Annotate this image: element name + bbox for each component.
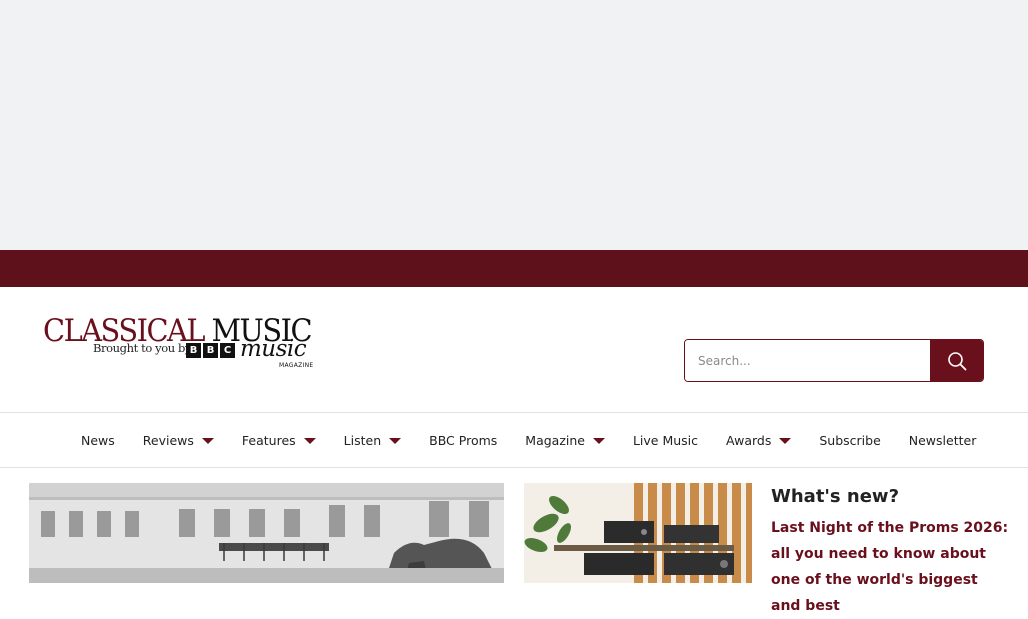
nav-item-awards[interactable]: Awards (726, 413, 792, 468)
nav-item-label: Subscribe (819, 433, 881, 448)
search-form (684, 339, 984, 382)
top-band (0, 250, 1028, 287)
nav-item-reviews[interactable]: Reviews (143, 413, 214, 468)
nav-item-label: Magazine (525, 433, 585, 448)
bbc-block-c: C (220, 343, 235, 358)
nav-item-label: Listen (343, 433, 382, 448)
nav-item-subscribe[interactable]: Subscribe (819, 413, 880, 468)
site-header: CLASSICAL MUSIC Brought to you by B B C m… (0, 287, 1028, 413)
bbc-block-b1: B (186, 343, 201, 358)
nav-item-listen[interactable]: Listen (343, 413, 402, 468)
ad-space (0, 0, 1028, 250)
bbc-blocks-logo: B B C (186, 343, 235, 358)
nav-item-live-music[interactable]: Live Music (633, 413, 698, 468)
nav-item-newsletter[interactable]: Newsletter (909, 413, 977, 468)
logo-magazine-word: MAGAZINE (279, 362, 314, 369)
logo-tagline: Brought to you by (93, 341, 192, 355)
site-logo[interactable]: CLASSICAL MUSIC Brought to you by B B C m… (43, 314, 323, 384)
hero-photo-building (29, 483, 504, 583)
search-input[interactable] (685, 340, 930, 381)
nav-item-news[interactable]: News (81, 413, 115, 468)
nav-item-magazine[interactable]: Magazine (525, 413, 605, 468)
main-navigation: News Reviews Features Listen BBC Proms M… (0, 413, 1028, 468)
caret-down-icon (779, 438, 792, 444)
caret-down-icon (389, 438, 402, 444)
nav-item-label: Features (241, 433, 296, 448)
hero-image[interactable] (29, 483, 504, 583)
nav-item-label: Newsletter (908, 433, 977, 448)
whats-new-heading: What's new? (771, 486, 900, 507)
bbc-block-b2: B (203, 343, 218, 358)
hifi-photo (524, 483, 752, 583)
caret-down-icon (201, 438, 214, 444)
search-icon (948, 352, 967, 371)
nav-item-label: BBC Proms (429, 433, 498, 448)
featured-image[interactable] (524, 483, 752, 583)
featured-headline-link[interactable]: Last Night of the Proms 2026: all you ne… (771, 515, 1011, 619)
nav-item-features[interactable]: Features (242, 413, 316, 468)
nav-item-label: Live Music (632, 433, 699, 448)
nav-item-label: Reviews (142, 433, 194, 448)
nav-item-label: Awards (726, 433, 772, 448)
logo-music-script: music (240, 336, 307, 362)
caret-down-icon (592, 438, 605, 444)
caret-down-icon (303, 438, 316, 444)
nav-item-bbc-proms[interactable]: BBC Proms (429, 413, 497, 468)
main-content: What's new? Last Night of the Proms 2026… (0, 468, 1028, 614)
search-button[interactable] (930, 340, 983, 381)
nav-item-label: News (81, 433, 115, 448)
